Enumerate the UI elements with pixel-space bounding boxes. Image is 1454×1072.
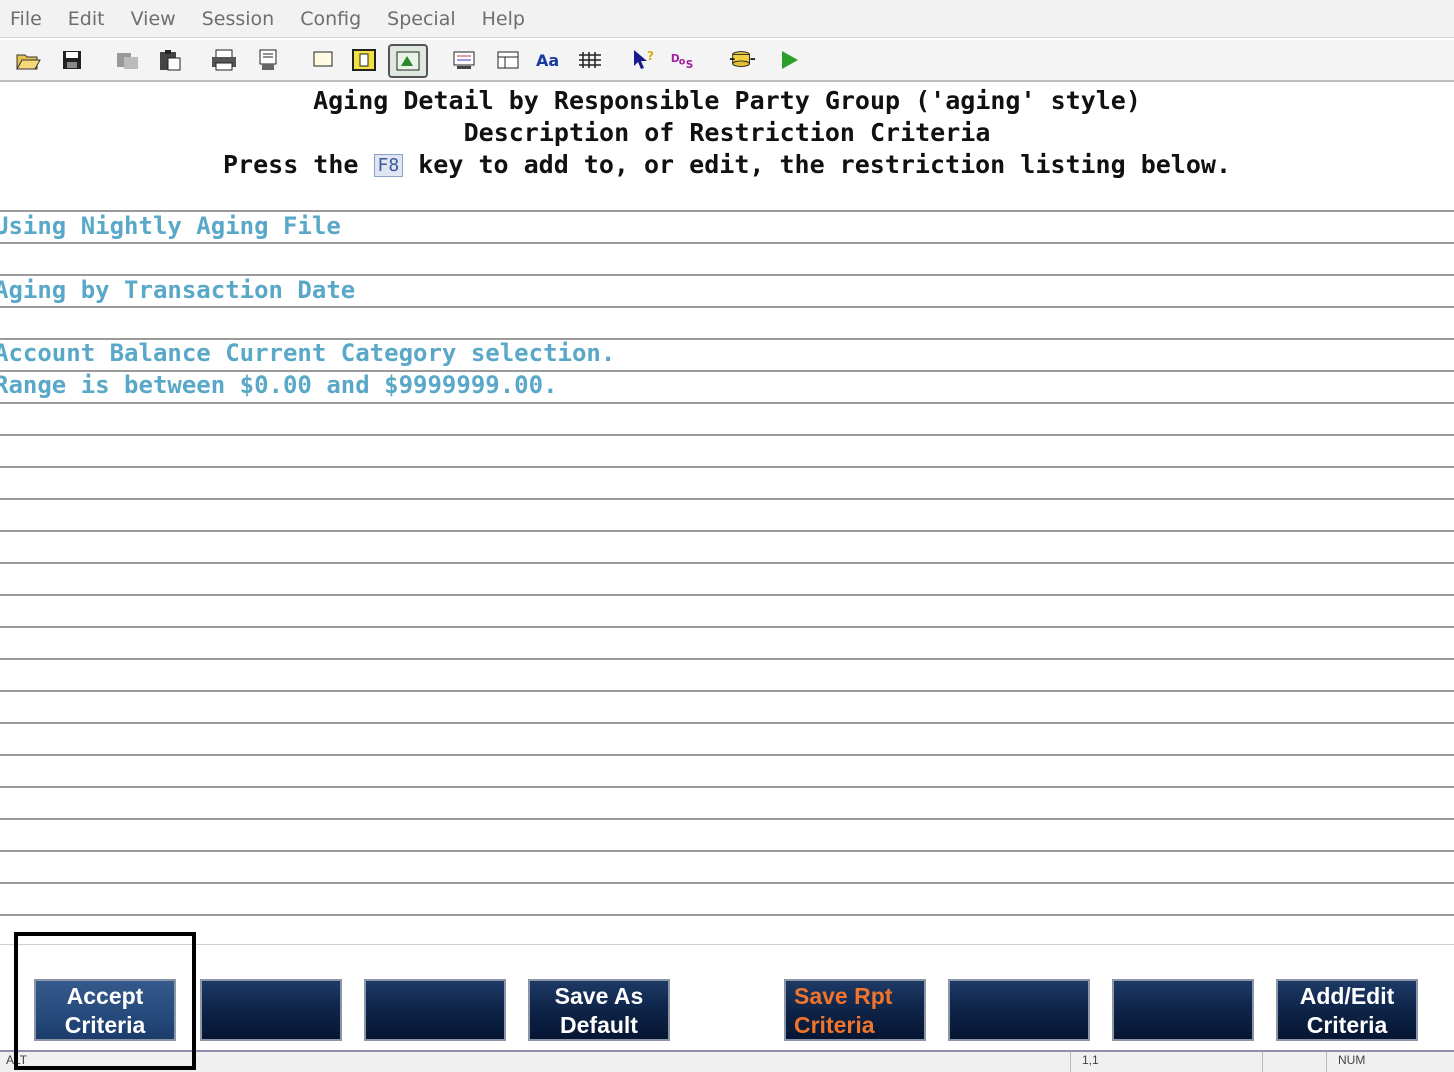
copy-icon[interactable] (114, 46, 142, 74)
menu-edit[interactable]: Edit (68, 8, 105, 30)
svg-text:?: ? (647, 49, 654, 63)
button-label: Save Rpt (794, 983, 893, 1009)
function-key-2-button[interactable] (200, 979, 342, 1041)
function-key-7-button[interactable] (1112, 979, 1254, 1041)
criteria-line: Account Balance Current Category selecti… (0, 339, 616, 367)
dos-icon[interactable]: DoS (670, 46, 698, 74)
button-label: Save As (554, 983, 644, 1009)
play-icon[interactable] (776, 46, 804, 74)
font-icon[interactable]: Aa (534, 46, 562, 74)
menu-special[interactable]: Special (387, 8, 455, 30)
paste-icon[interactable] (156, 46, 184, 74)
print-preview-icon[interactable] (254, 46, 282, 74)
highlight-box (14, 932, 196, 1070)
button-label: Criteria (1306, 1012, 1388, 1038)
save-as-default-button[interactable]: Save As Default (528, 979, 670, 1041)
function-key-6-button[interactable] (948, 979, 1090, 1041)
svg-text:S: S (686, 59, 694, 71)
svg-text:Aa: Aa (536, 51, 559, 70)
print-icon[interactable] (210, 46, 238, 74)
menu-view[interactable]: View (131, 8, 176, 30)
toolbar: Aa ? DoS (0, 40, 1454, 82)
criteria-line: Aging by Transaction Date (0, 276, 356, 304)
document-icon[interactable] (350, 46, 378, 74)
status-cursor-position: 1,1 (1082, 1053, 1099, 1067)
instruction-prefix: Press the (222, 150, 374, 179)
button-label: Add/Edit (1299, 983, 1395, 1009)
menu-session[interactable]: Session (202, 8, 275, 30)
save-disk-icon[interactable] (58, 46, 86, 74)
criteria-line: Range is between $0.00 and $9999999.00. (0, 371, 558, 399)
menu-help[interactable]: Help (482, 8, 525, 30)
button-label: Criteria (794, 1012, 875, 1038)
function-key-bar: Accept Criteria Save As Default Save Rpt… (0, 944, 1454, 1051)
status-divider (1070, 1052, 1071, 1072)
open-folder-icon[interactable] (14, 46, 42, 74)
add-edit-criteria-button[interactable]: Add/Edit Criteria (1276, 979, 1418, 1041)
criteria-listing[interactable] (0, 212, 1454, 946)
instruction-suffix: key to add to, or edit, the restriction … (403, 150, 1232, 179)
status-divider (1326, 1052, 1327, 1072)
criteria-line: Using Nightly Aging File (0, 212, 341, 240)
screen-icon[interactable] (450, 46, 478, 74)
menu-config[interactable]: Config (300, 8, 361, 30)
f8-key-badge[interactable]: F8 (373, 154, 404, 177)
grid-icon[interactable] (576, 46, 604, 74)
help-pointer-icon[interactable]: ? (630, 46, 658, 74)
svg-text:o: o (679, 56, 686, 67)
status-bar: ALT 1,1 NUM (0, 1050, 1454, 1072)
function-key-3-button[interactable] (364, 979, 506, 1041)
form-icon[interactable] (494, 46, 522, 74)
save-rpt-criteria-button[interactable]: Save Rpt Criteria (784, 979, 926, 1041)
report-subtitle: Description of Restriction Criteria (463, 118, 991, 147)
menu-file[interactable]: File (10, 8, 42, 30)
status-num-lock: NUM (1338, 1053, 1366, 1067)
report-criteria-panel: Aging Detail by Responsible Party Group … (0, 84, 1454, 946)
transfer-icon[interactable] (728, 46, 756, 74)
window-icon[interactable] (310, 46, 338, 74)
button-label: Default (560, 1012, 638, 1038)
instruction-line: Press the F8 key to add to, or edit, the… (0, 150, 1454, 179)
green-app-icon[interactable] (388, 44, 428, 78)
menu-bar: File Edit View Session Config Special He… (0, 0, 1454, 38)
status-divider (1262, 1052, 1263, 1072)
report-title: Aging Detail by Responsible Party Group … (313, 86, 1141, 115)
